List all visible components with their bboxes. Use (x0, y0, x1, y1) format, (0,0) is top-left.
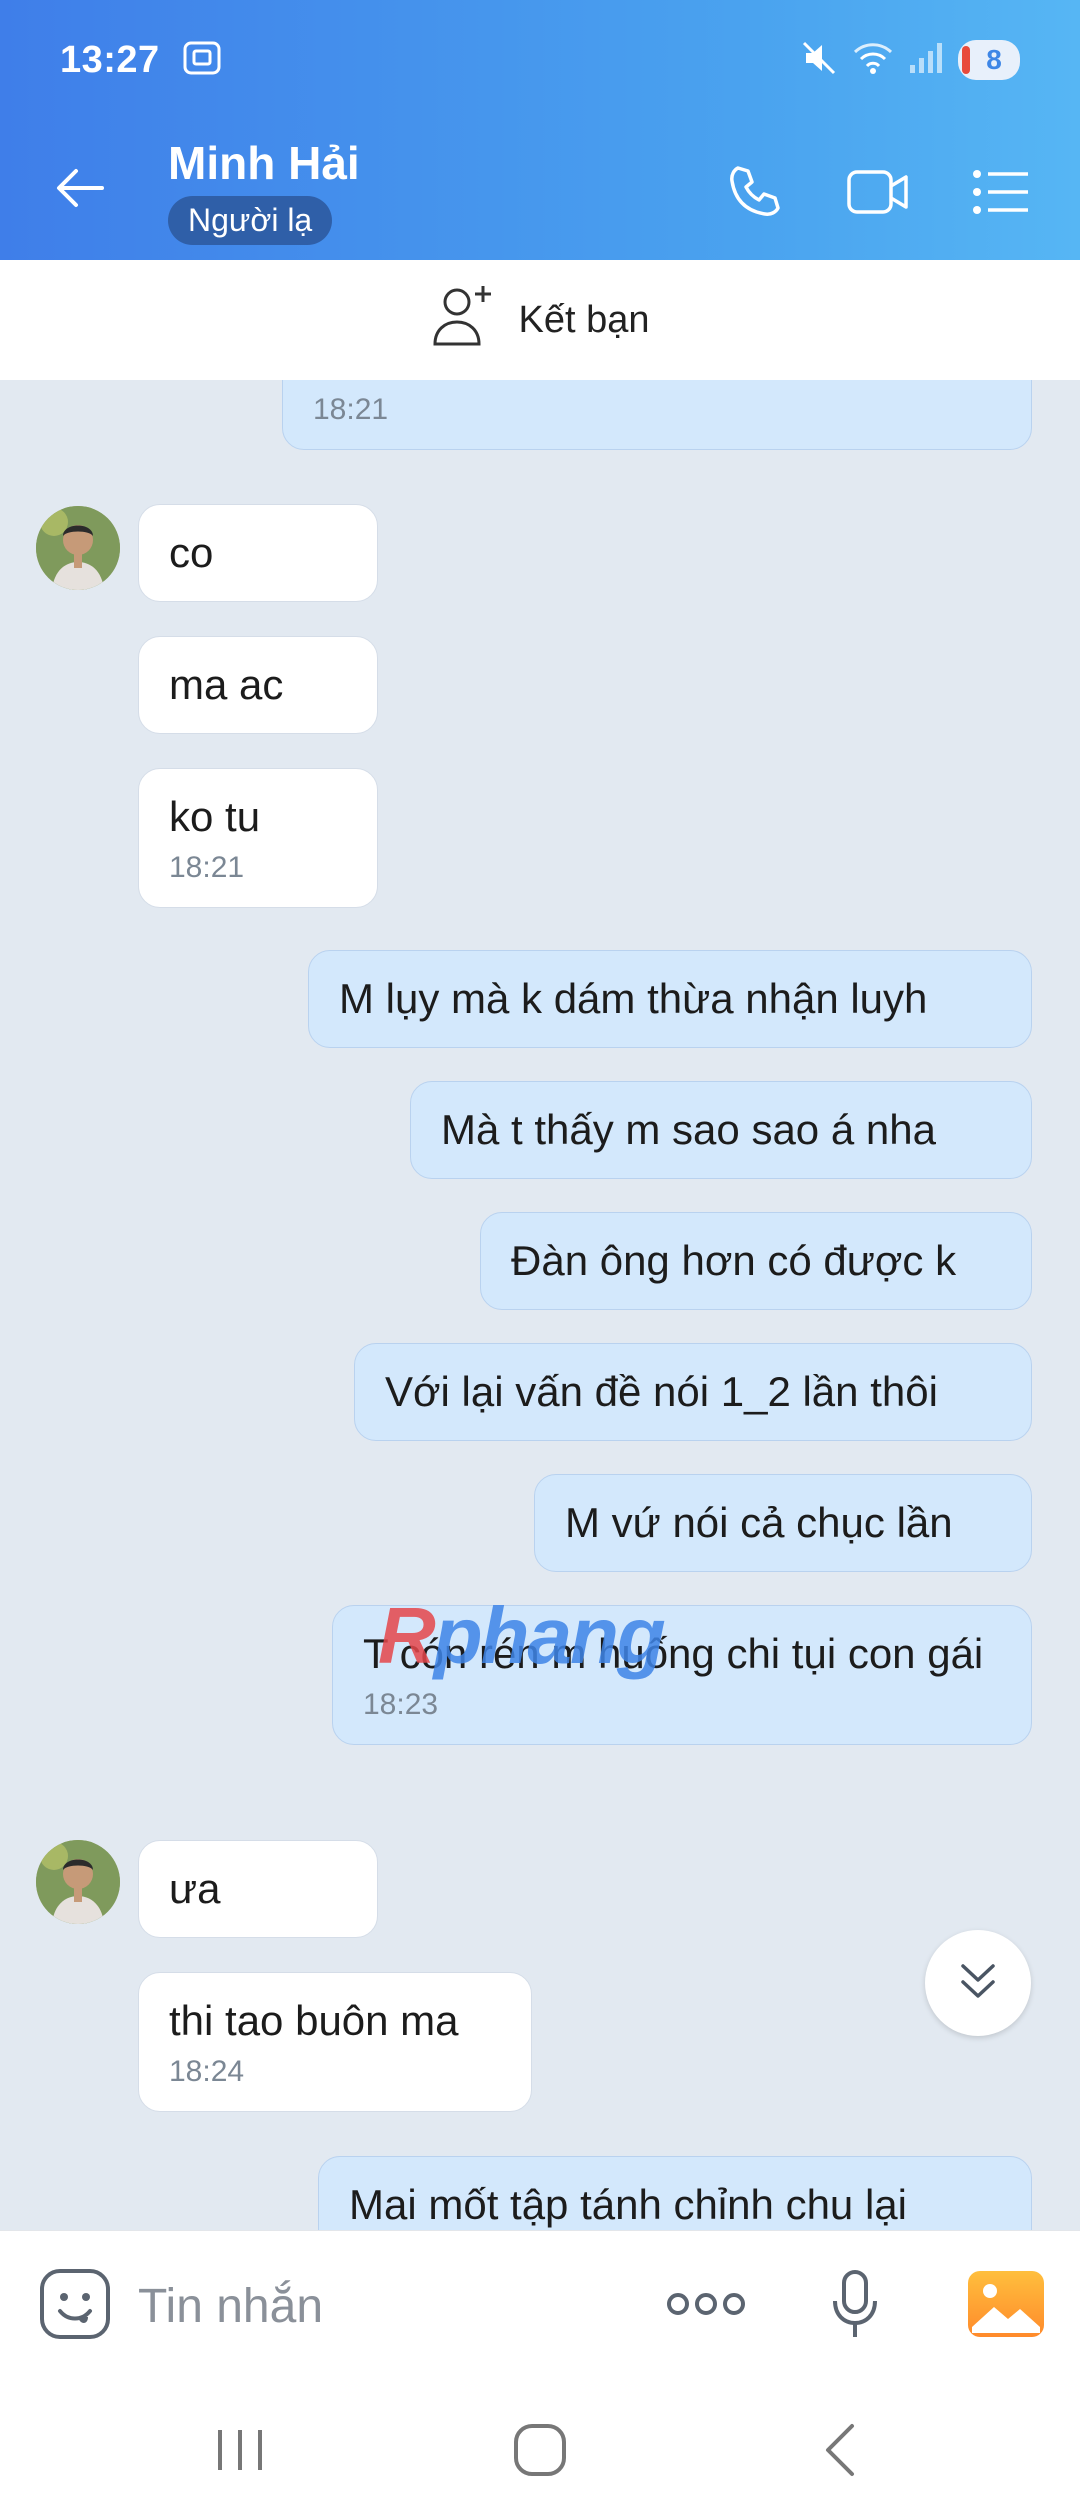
battery-indicator: 8 (958, 40, 1020, 80)
add-friend-label: Kết bạn (518, 298, 650, 341)
message-list[interactable]: sao 18:21 co ma ac ko tu 18:21 M lụy mà … (0, 380, 1080, 2230)
message-bubble-outgoing[interactable]: M lụy mà k dám thừa nhận luyh (308, 950, 1032, 1048)
avatar[interactable] (36, 506, 120, 590)
top-app-bar: Minh Hải Người lạ (0, 130, 1080, 250)
microphone-icon[interactable] (830, 2269, 880, 2346)
message-input[interactable]: Tin nhắn (138, 2279, 323, 2334)
message-bubble-outgoing[interactable]: Đàn ông hơn có được k (480, 1212, 1032, 1310)
message-bubble-incoming[interactable]: thi tao buôn ma 18:24 (138, 1972, 532, 2112)
contact-name[interactable]: Minh Hải (168, 136, 360, 190)
message-time: 18:21 (169, 851, 245, 884)
home-icon[interactable] (510, 2420, 570, 2485)
message-bubble-incoming[interactable]: ma ac (138, 636, 378, 734)
add-person-icon (431, 284, 497, 356)
wifi-icon (852, 40, 894, 81)
chat-header: 13:27 8 Minh Hải Người lạ (0, 0, 1080, 260)
gallery-icon[interactable] (968, 2271, 1044, 2337)
message-bubble-outgoing[interactable]: Với lại vấn đề nói 1_2 lần thôi (354, 1343, 1032, 1441)
phone-icon[interactable] (724, 162, 784, 227)
watermark-logo: Rphang (378, 1591, 666, 1680)
double-chevron-down-icon (955, 1958, 1001, 2009)
message-bubble-outgoing[interactable]: sao 18:21 (282, 380, 1032, 450)
message-bubble-outgoing[interactable]: Mà t thấy m sao sao á nha (410, 1081, 1032, 1179)
message-bubble-incoming[interactable]: ko tu 18:21 (138, 768, 378, 908)
message-time: 18:21 (313, 393, 389, 426)
message-time: 18:23 (363, 1688, 439, 1721)
stranger-badge: Người lạ (168, 196, 333, 245)
message-bubble-incoming[interactable]: co (138, 504, 378, 602)
emoji-icon[interactable] (38, 2267, 112, 2346)
back-nav-icon[interactable] (812, 2420, 872, 2485)
mute-icon (800, 39, 838, 82)
signal-icon (908, 41, 944, 80)
message-bubble-outgoing[interactable]: Mai mốt tập tánh chỉnh chu lại (318, 2156, 1032, 2230)
status-bar: 13:27 8 (60, 30, 1020, 90)
back-arrow-icon[interactable] (50, 158, 110, 223)
screenshot-icon (182, 40, 222, 81)
message-time: 18:24 (169, 2055, 245, 2088)
avatar[interactable] (36, 1840, 120, 1924)
system-navigation-bar (0, 2380, 1080, 2520)
more-options-icon[interactable] (666, 2291, 746, 2322)
status-time: 13:27 (60, 38, 160, 81)
message-bubble-incoming[interactable]: ưa (138, 1840, 378, 1938)
add-friend-button[interactable]: Kết bạn (0, 260, 1080, 380)
recent-apps-icon[interactable] (210, 2420, 270, 2485)
message-bubble-outgoing[interactable]: M vứ nói cả chục lần (534, 1474, 1032, 1572)
menu-icon[interactable] (972, 168, 1030, 221)
scroll-to-bottom-button[interactable] (925, 1930, 1031, 2036)
message-input-bar: Tin nhắn (0, 2230, 1080, 2380)
video-icon[interactable] (846, 164, 910, 225)
